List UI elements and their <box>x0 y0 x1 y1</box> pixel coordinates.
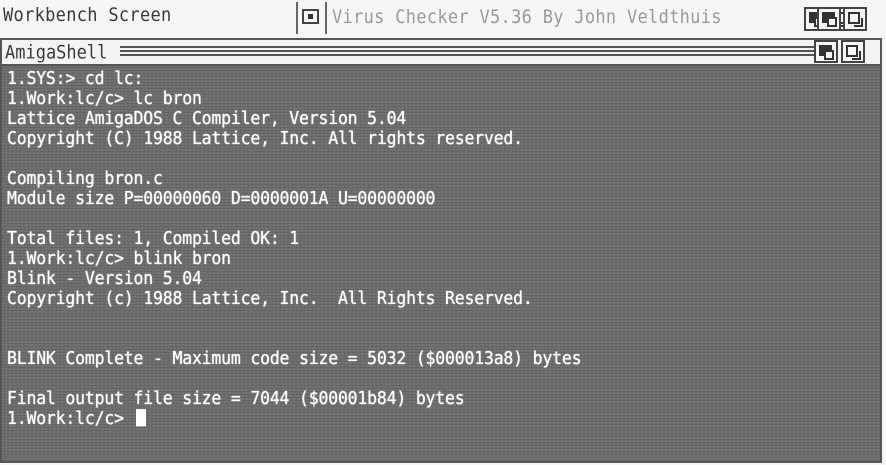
console-line: 1.Work:lc/c> blink bron <box>7 248 231 269</box>
console-line: Final output file size = 7044 ($00001b84… <box>7 388 465 409</box>
drag-bar[interactable] <box>120 46 814 58</box>
console-line: Copyright (C) 1988 Lattice, Inc. All rig… <box>7 128 523 149</box>
close-icon[interactable] <box>302 9 319 24</box>
amiga-workbench-screen: Workbench Screen Virus Checker V5.36 By … <box>0 0 886 465</box>
workbench-screen-title: Workbench Screen <box>3 4 172 27</box>
virus-checker-title: Virus Checker V5.36 By John Veldthuis <box>332 6 722 29</box>
amigashell-title: AmigaShell <box>5 42 112 64</box>
console-line: 1.SYS:> cd lc: <box>7 68 144 89</box>
console-line: Compiling bron.c <box>7 168 163 189</box>
amigashell-window[interactable]: AmigaShell 1.SYS:> cd lc: 1.Work:lc/c> l… <box>0 38 882 463</box>
console-line: 1.Work:lc/c> lc bron <box>7 88 202 109</box>
console-line: Lattice AmigaDOS C Compiler, Version 5.0… <box>7 108 407 129</box>
virus-checker-window-bar[interactable]: Virus Checker V5.36 By John Veldthuis <box>296 2 886 34</box>
workbench-title-bar[interactable]: Workbench Screen Virus Checker V5.36 By … <box>0 0 886 38</box>
amigashell-title-bar[interactable]: AmigaShell <box>2 40 880 66</box>
console-line: Total files: 1, Compiled OK: 1 <box>7 228 300 249</box>
console-line: Blink - Version 5.04 <box>7 268 202 289</box>
text-cursor <box>135 409 146 427</box>
screen-depth-front-icon[interactable] <box>843 7 867 31</box>
shell-prompt: 1.Work:lc/c> <box>7 408 124 429</box>
shell-console-output[interactable]: 1.SYS:> cd lc: 1.Work:lc/c> lc bron Latt… <box>2 66 880 461</box>
shell-depth-front-icon[interactable] <box>841 40 865 63</box>
console-line: BLINK Complete - Maximum code size = 503… <box>7 348 582 369</box>
shell-depth-back-icon[interactable] <box>814 40 838 63</box>
shell-prompt-line[interactable]: 1.Work:lc/c> <box>7 408 880 430</box>
title-divider <box>325 2 327 34</box>
console-line: Module size P=00000060 D=0000001A U=0000… <box>7 188 436 209</box>
screen-depth-back-icon[interactable] <box>817 7 841 31</box>
console-line: Copyright (c) 1988 Lattice, Inc. All Rig… <box>7 288 533 309</box>
